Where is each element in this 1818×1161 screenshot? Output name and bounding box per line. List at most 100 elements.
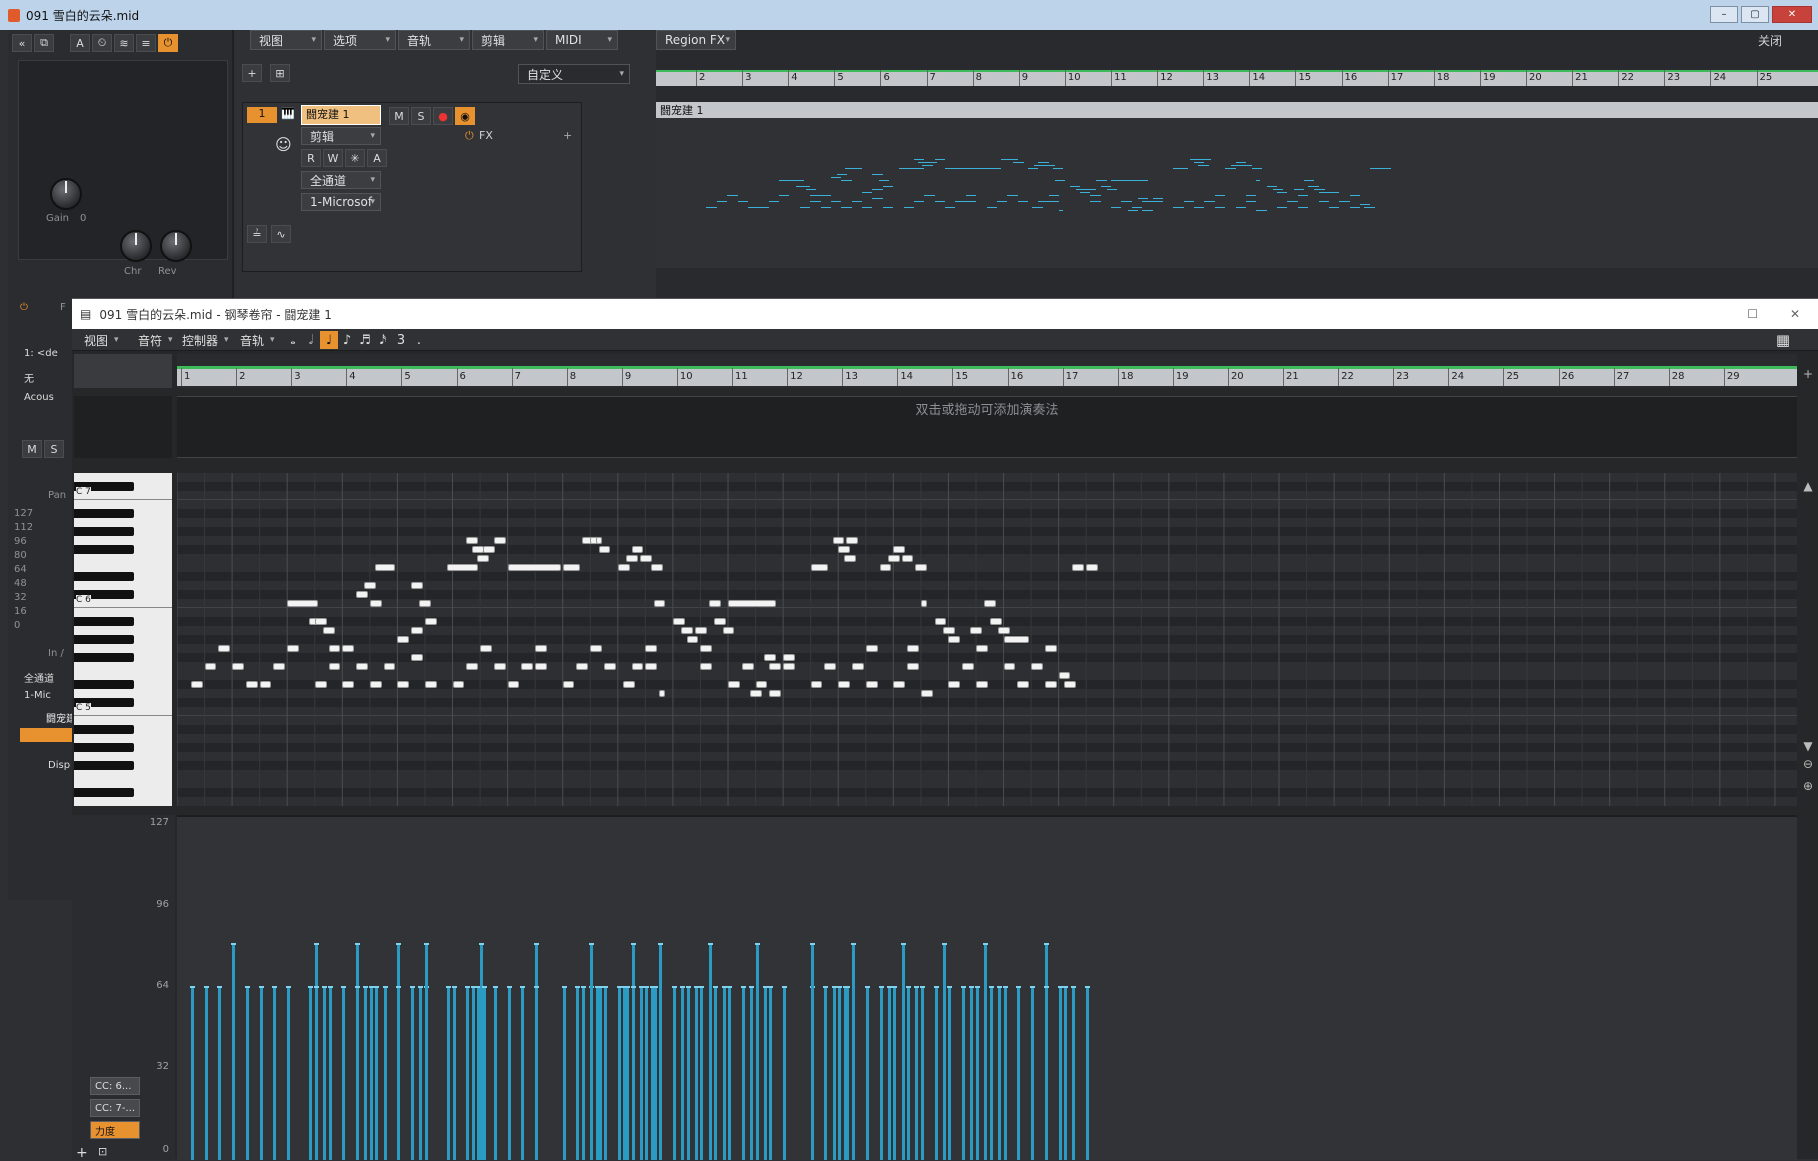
edit-filter-dropdown[interactable]: 剪辑 xyxy=(301,127,381,145)
velocity-bar[interactable] xyxy=(823,986,829,1160)
velocity-bar[interactable] xyxy=(327,986,333,1160)
velocity-bar[interactable] xyxy=(900,942,906,1160)
write-automation-button[interactable]: W xyxy=(323,149,343,167)
velocity-bar[interactable] xyxy=(997,986,1003,1160)
midi-note[interactable] xyxy=(865,645,878,652)
waveform-icon[interactable]: ≋ xyxy=(114,34,134,52)
velocity-bar[interactable] xyxy=(1063,986,1069,1160)
midi-note[interactable] xyxy=(287,645,299,652)
midi-note[interactable] xyxy=(1058,672,1071,679)
midi-note[interactable] xyxy=(424,618,437,625)
midi-note[interactable] xyxy=(493,537,506,544)
black-key[interactable] xyxy=(74,572,134,581)
track-settings-icon[interactable]: ≟ xyxy=(247,225,267,243)
velocity-bar[interactable] xyxy=(244,986,250,1160)
velocity-bar[interactable] xyxy=(396,986,402,1160)
midi-note[interactable] xyxy=(915,564,928,571)
velocity-bar[interactable] xyxy=(625,986,631,1160)
input-selector[interactable]: 1: <de xyxy=(24,348,58,359)
midi-note[interactable] xyxy=(507,681,520,688)
velocity-lane[interactable] xyxy=(177,815,1797,1160)
midi-note[interactable] xyxy=(1064,681,1076,688)
midi-note[interactable] xyxy=(970,627,983,634)
midi-note[interactable] xyxy=(783,654,795,661)
velocity-bar[interactable] xyxy=(680,986,686,1160)
velocity-bar[interactable] xyxy=(465,986,471,1160)
velocity-bar[interactable] xyxy=(286,986,292,1160)
velocity-bar[interactable] xyxy=(658,942,664,1160)
velocity-bar[interactable] xyxy=(616,986,622,1160)
zoom-add-icon[interactable]: + xyxy=(1798,367,1818,381)
midi-note[interactable] xyxy=(962,663,974,670)
midi-note[interactable] xyxy=(750,690,762,697)
velocity-bar[interactable] xyxy=(308,986,314,1160)
archive-button[interactable]: A xyxy=(367,149,387,167)
channel-dropdown[interactable]: 全通道 xyxy=(301,171,381,189)
velocity-bar[interactable] xyxy=(699,986,705,1160)
pr-menu-controllers[interactable]: 控制器 xyxy=(176,331,235,349)
midi-note[interactable] xyxy=(218,645,231,652)
midi-note[interactable] xyxy=(482,546,495,553)
scroll-up-icon[interactable]: ▲ xyxy=(1798,479,1818,493)
record-arm-icon[interactable]: ● xyxy=(433,107,453,125)
midi-note[interactable] xyxy=(650,564,663,571)
chorus-knob[interactable] xyxy=(120,230,152,262)
velocity-bar[interactable] xyxy=(355,986,361,1160)
pr-menu-notes[interactable]: 音符 xyxy=(132,331,179,349)
midi-note[interactable] xyxy=(631,663,644,670)
midi-note[interactable] xyxy=(190,681,203,688)
pr-close-icon[interactable]: ✕ xyxy=(1790,307,1800,321)
midi-note[interactable] xyxy=(342,645,355,652)
midi-note[interactable] xyxy=(562,681,575,688)
midi-note[interactable] xyxy=(714,618,726,625)
midi-note[interactable] xyxy=(1017,681,1030,688)
midi-note[interactable] xyxy=(369,681,382,688)
track-name[interactable]: 闘宠建 1 xyxy=(301,105,381,125)
scroll-down-icon[interactable]: ▼ xyxy=(1798,739,1818,753)
menu-midi[interactable]: MIDI xyxy=(546,30,618,50)
midi-note[interactable] xyxy=(838,681,850,688)
midi-note[interactable] xyxy=(535,663,547,670)
velocity-bar[interactable] xyxy=(203,986,209,1160)
add-fx-icon[interactable]: + xyxy=(563,129,572,142)
add-track-icon[interactable]: + xyxy=(242,64,262,82)
black-key[interactable] xyxy=(74,725,134,734)
midi-note[interactable] xyxy=(879,564,892,571)
menu-options[interactable]: 选项 xyxy=(324,30,396,50)
midi-note[interactable] xyxy=(893,546,906,553)
midi-note[interactable] xyxy=(708,600,721,607)
midi-note[interactable] xyxy=(595,537,603,544)
velocity-bar[interactable] xyxy=(589,942,595,1160)
midi-note[interactable] xyxy=(810,681,823,688)
velocity-bar[interactable] xyxy=(782,986,788,1160)
midi-note[interactable] xyxy=(328,663,341,670)
black-key[interactable] xyxy=(74,527,134,536)
velocity-bar[interactable] xyxy=(713,986,719,1160)
velocity-bar[interactable] xyxy=(423,942,429,1160)
midi-note[interactable] xyxy=(369,600,382,607)
midi-note[interactable] xyxy=(447,564,479,571)
midi-note[interactable] xyxy=(287,600,319,607)
menu-icon[interactable]: ≡ xyxy=(136,34,156,52)
midi-note[interactable] xyxy=(452,681,465,688)
velocity-bar[interactable] xyxy=(983,942,989,1160)
velocity-bar[interactable] xyxy=(809,942,815,1160)
velocity-bar[interactable] xyxy=(410,986,416,1160)
midi-note[interactable] xyxy=(681,627,693,634)
velocity-bar[interactable] xyxy=(603,986,609,1160)
pr-menu-view[interactable]: 视图 xyxy=(78,331,125,349)
track-mute-button[interactable]: M xyxy=(389,107,409,125)
midi-note[interactable] xyxy=(659,690,666,697)
velocity-bar[interactable] xyxy=(258,986,264,1160)
controller-velocity[interactable]: 力度 xyxy=(90,1121,140,1139)
note-grid[interactable] xyxy=(177,473,1797,806)
midi-note[interactable] xyxy=(769,663,782,670)
midi-note[interactable] xyxy=(824,663,837,670)
fx-power-icon[interactable]: ⏻ xyxy=(465,129,474,143)
velocity-bar[interactable] xyxy=(418,986,424,1160)
midi-note[interactable] xyxy=(948,636,961,643)
midi-note[interactable] xyxy=(653,600,666,607)
velocity-bar[interactable] xyxy=(961,986,967,1160)
midi-note[interactable] xyxy=(1044,645,1057,652)
velocity-bar[interactable] xyxy=(492,986,498,1160)
